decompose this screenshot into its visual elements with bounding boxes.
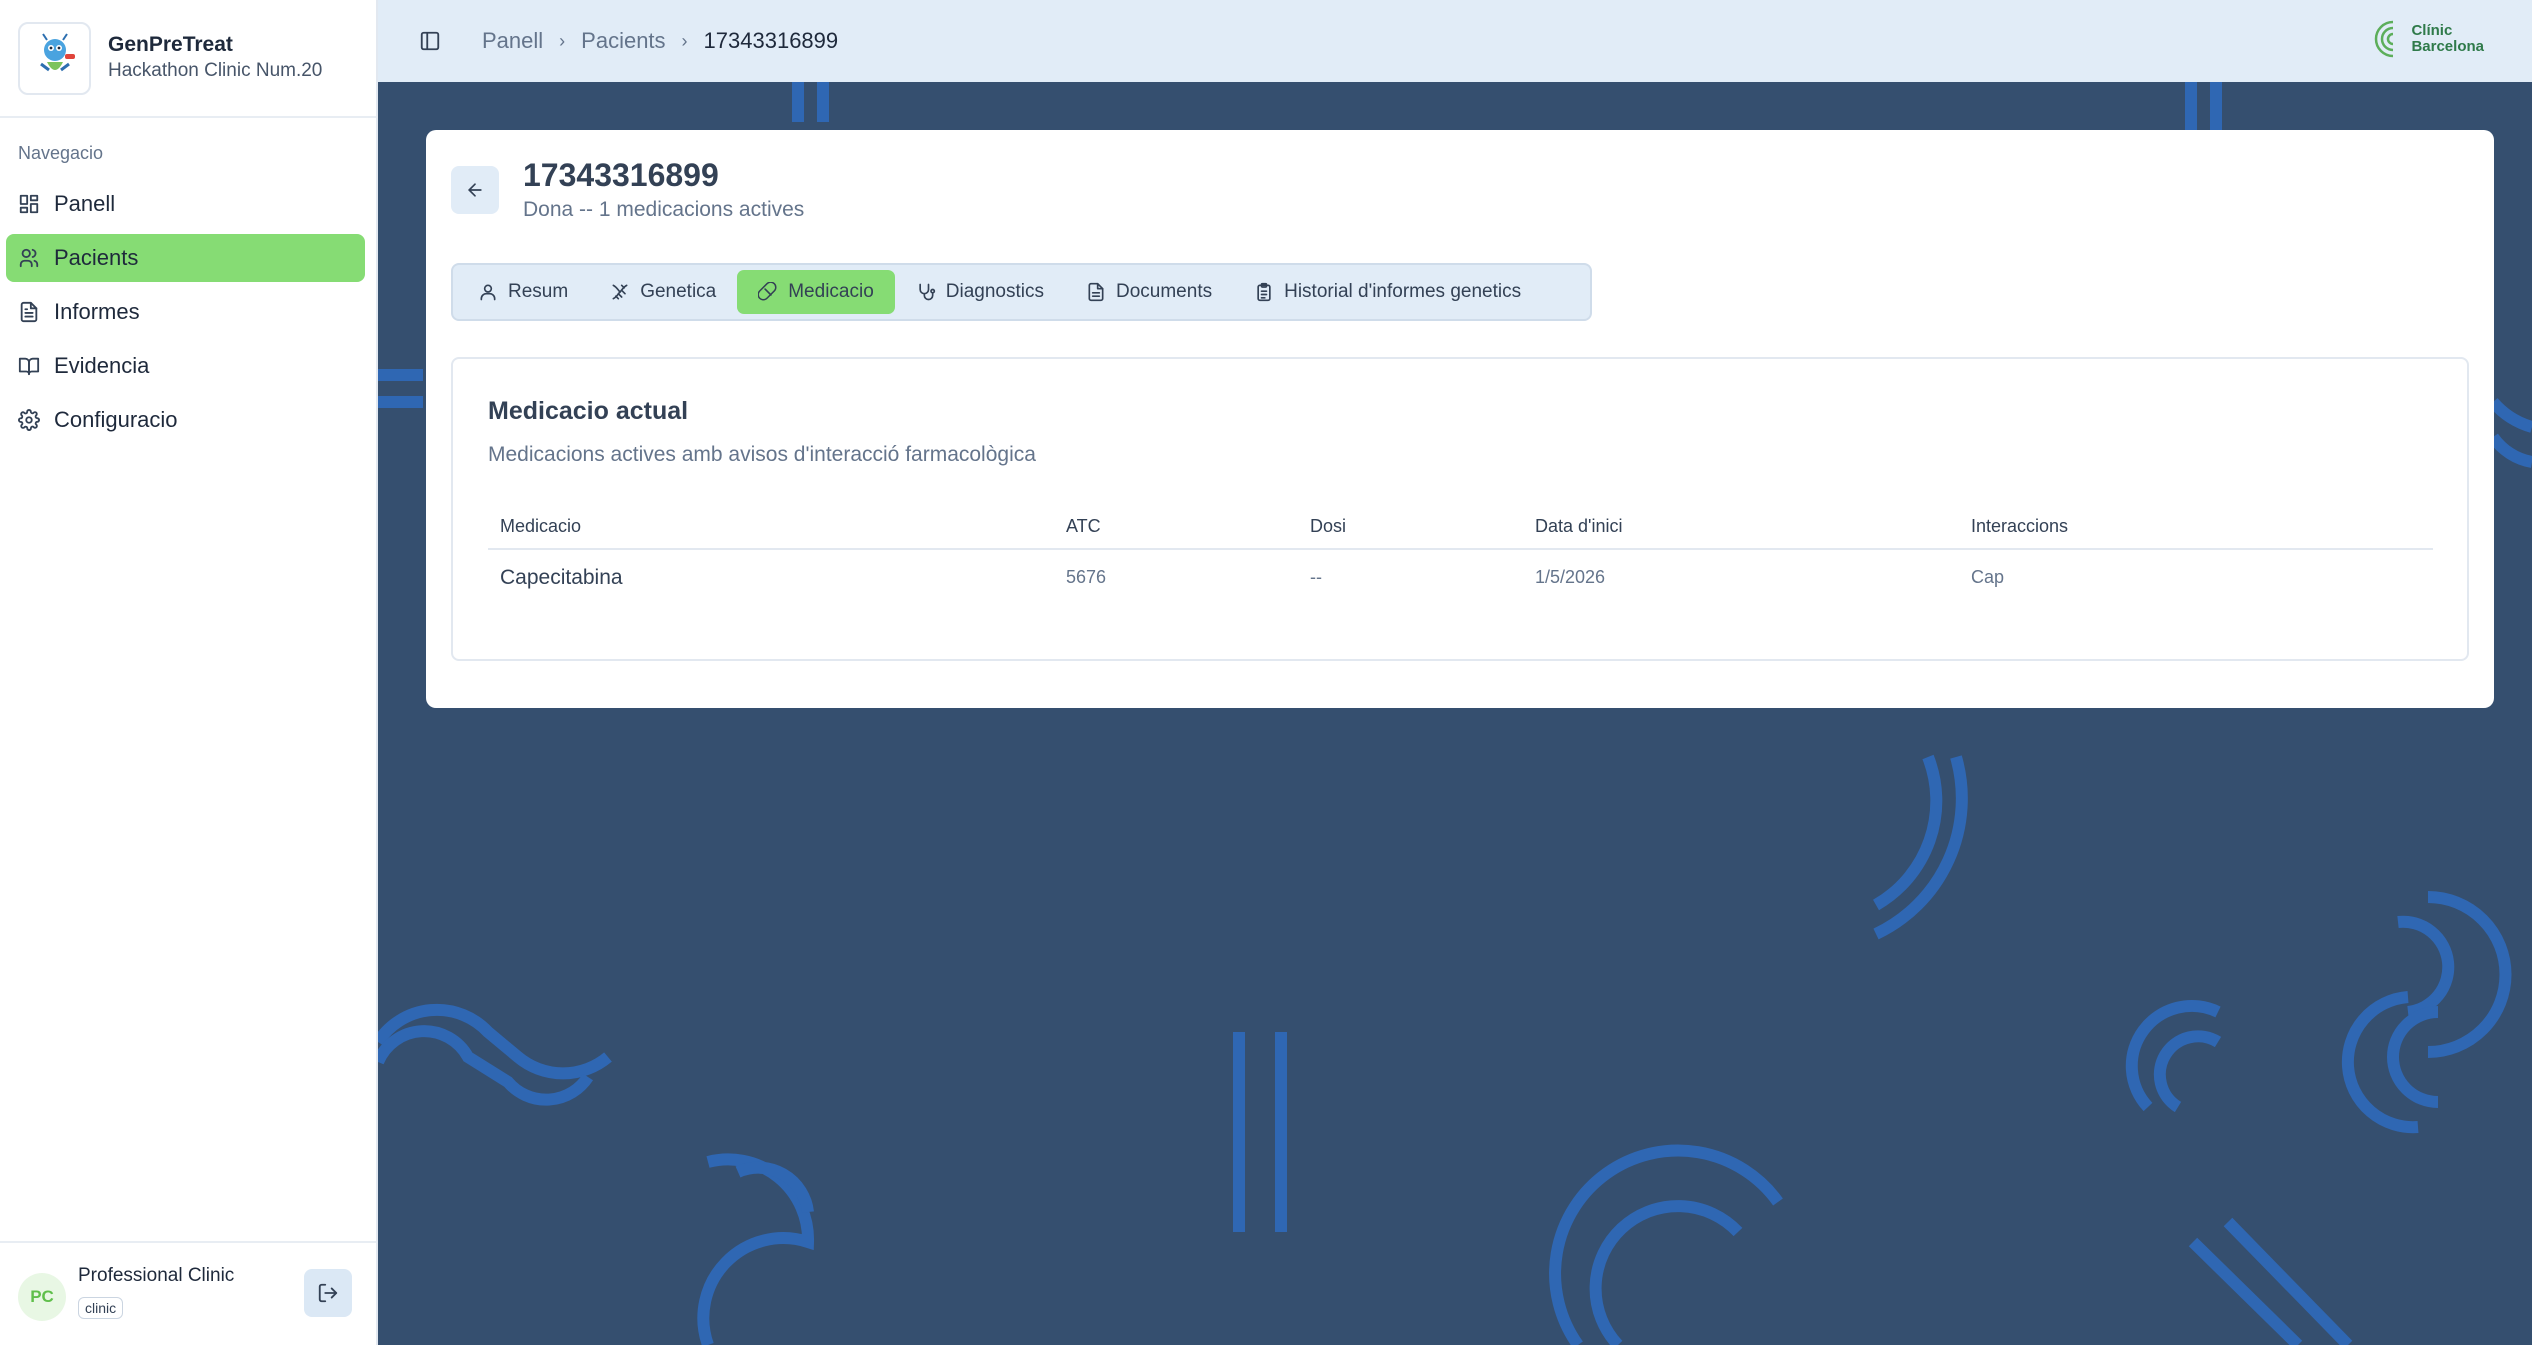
sidebar-item-label: Configuracio [54, 407, 178, 432]
tab-documents[interactable]: Documents [1065, 270, 1233, 314]
tab-label: Medicacio [788, 281, 874, 302]
pill-icon [758, 282, 777, 301]
arrow-left-icon [468, 183, 482, 197]
medication-dose: -- [1310, 567, 1322, 587]
tab-genetica[interactable]: Genetica [589, 270, 737, 314]
brand-name: GenPreTreat [108, 33, 233, 56]
sidebar-nav: Panell Pacients Informes Evidencia Confi… [6, 180, 365, 450]
breadcrumb-panell[interactable]: Panell [482, 28, 543, 54]
brand[interactable]: GenPreTreat Hackathon Clinic Num.20 [0, 0, 376, 118]
logout-button[interactable] [304, 1269, 352, 1317]
sidebar-item-panell[interactable]: Panell [6, 180, 365, 228]
book-icon [18, 357, 40, 376]
table-row[interactable]: Capecitabina 5676 -- 1/5/2026 Cap [488, 549, 2433, 605]
chevron-right-icon: › [559, 30, 566, 51]
medication-atc: 5676 [1066, 567, 1107, 587]
stethoscope-icon [919, 283, 935, 301]
tab-label: Historial d'informes genetics [1284, 281, 1522, 302]
patient-tabs: Resum Genetica Medicacio Diagnostics Doc… [451, 263, 1592, 321]
tab-label: Resum [508, 281, 569, 302]
users-icon [19, 248, 39, 268]
clinic-logo-icon [2375, 20, 2394, 58]
sidebar-item-pacients[interactable]: Pacients [6, 234, 365, 282]
column-header[interactable]: Dosi [1298, 505, 1523, 550]
sidebar: GenPreTreat Hackathon Clinic Num.20 Nave… [0, 0, 378, 1345]
breadcrumb: Panell › Pacients › 17343316899 [482, 28, 838, 54]
user-panel: PC Professional Clinic clinic [0, 1241, 376, 1345]
clinic-logo-line1: Clínic [2411, 22, 2453, 39]
page-title: 17343316899 [523, 157, 719, 193]
brand-subtitle: Hackathon Clinic Num.20 [108, 60, 323, 81]
user-role-badge: clinic [78, 1297, 124, 1319]
medication-panel: Medicacio actual Medicacions actives amb… [451, 357, 2469, 661]
logout-icon [318, 1283, 338, 1303]
patient-subtitle: Dona -- 1 medicacions actives [523, 198, 805, 221]
tab-resum[interactable]: Resum [457, 270, 589, 314]
section-title: Medicacio actual [488, 397, 689, 425]
tab-label: Documents [1116, 281, 1213, 302]
nav-section-label: Navegacio [18, 143, 104, 163]
medication-table: Medicacio ATC Dosi Data d'inici Interacc… [488, 505, 2433, 605]
avatar: PC [18, 1273, 66, 1321]
breadcrumb-current: 17343316899 [703, 28, 839, 53]
column-header[interactable]: Interaccions [1959, 505, 2433, 550]
clinic-logo-line2: Barcelona [2411, 38, 2484, 55]
gear-icon [18, 409, 40, 431]
sidebar-toggle-button[interactable] [416, 27, 444, 55]
column-header[interactable]: Medicacio [488, 505, 1054, 550]
tab-label: Genetica [640, 281, 717, 302]
file-text-icon [20, 301, 38, 323]
dashboard-icon [19, 194, 39, 214]
user-name: Professional Clinic [78, 1265, 235, 1286]
table-header-row: Medicacio ATC Dosi Data d'inici Interacc… [488, 505, 2433, 550]
sidebar-item-informes[interactable]: Informes [6, 288, 365, 336]
sidebar-item-label: Pacients [54, 245, 139, 270]
document-icon [1088, 282, 1104, 302]
column-header[interactable]: Data d'inici [1523, 505, 1959, 550]
back-button[interactable] [451, 166, 499, 214]
patient-card: 17343316899 Dona -- 1 medicacions active… [426, 130, 2494, 708]
user-icon [480, 284, 496, 301]
sidebar-toggle-icon [420, 31, 440, 51]
sidebar-item-configuracio[interactable]: Configuracio [6, 396, 365, 444]
sidebar-item-evidencia[interactable]: Evidencia [6, 342, 365, 390]
sidebar-item-label: Informes [54, 299, 140, 324]
topbar: Panell › Pacients › 17343316899 Clínic B… [378, 0, 2532, 82]
tab-label: Diagnostics [945, 281, 1044, 302]
clinic-barcelona-logo: Clínic Barcelona [2371, 18, 2484, 60]
tab-medicacio[interactable]: Medicacio [737, 270, 895, 314]
tab-diagnostics[interactable]: Diagnostics [895, 270, 1065, 314]
sidebar-item-label: Evidencia [54, 353, 150, 378]
clipboard-icon [1257, 282, 1271, 302]
medication-name: Capecitabina [500, 565, 623, 589]
medication-start-date: 1/5/2026 [1535, 567, 1606, 587]
chevron-right-icon: › [681, 30, 688, 51]
medication-interactions: Cap [1971, 567, 2005, 587]
column-header[interactable]: ATC [1054, 505, 1298, 550]
dna-icon [612, 284, 628, 300]
tab-historial[interactable]: Historial d'informes genetics [1233, 270, 1542, 314]
brand-logo [18, 21, 91, 95]
sidebar-item-label: Panell [54, 191, 116, 216]
section-subtitle: Medicacions actives amb avisos d'interac… [488, 443, 1036, 466]
breadcrumb-pacients[interactable]: Pacients [581, 28, 665, 54]
